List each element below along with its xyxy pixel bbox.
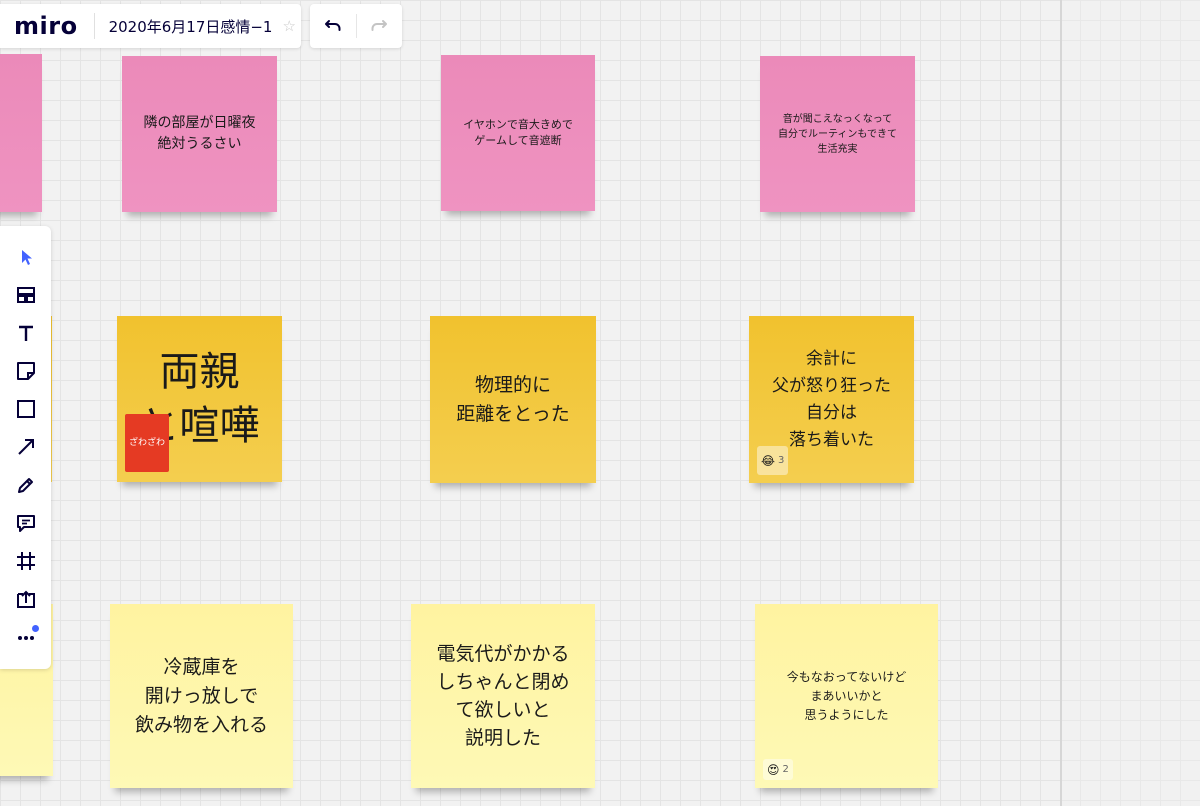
reaction-count: 2: [782, 764, 789, 775]
board-header: miro 2020年6月17日感情−1 ☆: [0, 4, 301, 48]
upload-icon: [16, 590, 35, 608]
shape-tool[interactable]: [0, 390, 51, 428]
reaction-badge[interactable]: 😂 3: [757, 446, 789, 475]
sticky-note[interactable]: イヤホンで音大きめで ゲームして音遮断: [441, 55, 595, 211]
sticky-note-text: 今もなおってないけど まあいいかと 思うようにした: [786, 669, 907, 722]
templates-icon: [16, 287, 35, 303]
sticky-note[interactable]: 冷蔵庫を 開けっ放しで 飲み物を入れる: [110, 604, 293, 788]
undo-button[interactable]: [310, 4, 356, 48]
cursor-arrow-icon: [21, 250, 32, 265]
board-title[interactable]: 2020年6月17日感情−1: [109, 16, 273, 37]
line-tool[interactable]: [0, 428, 51, 466]
comment-tool[interactable]: [0, 504, 51, 542]
laughing-emoji-icon: 😂: [761, 453, 776, 468]
sticky-note[interactable]: 音が聞こえなっくなって 自分でルーティンもできて 生活充実: [760, 56, 915, 212]
sticky-note[interactable]: 今もなおってないけど まあいいかと 思うようにした 😍 2: [755, 604, 938, 788]
rectangle-icon: [16, 400, 35, 418]
sticky-note[interactable]: 電気代がかかる しちゃんと閉め て欲しいと 説明した: [411, 604, 595, 788]
text-tool[interactable]: [0, 314, 51, 352]
sticky-note-text: 隣の部屋が日曜夜 絶対うるさい: [143, 115, 256, 152]
reaction-badge[interactable]: 😍 2: [763, 759, 793, 780]
tag-badge[interactable]: ざわざわ: [125, 414, 170, 472]
sticky-note[interactable]: 両親 と喧嘩 ざわざわ: [117, 316, 282, 482]
sticky-note[interactable]: 物理的に 距離をとった: [430, 316, 596, 483]
sticky-note[interactable]: 余計に 父が怒り狂った 自分は 落ち着いた 😂 3: [749, 316, 914, 483]
arrow-icon: [17, 439, 34, 455]
comment-icon: [16, 515, 35, 532]
sticky-note-tool[interactable]: [0, 352, 51, 390]
sticky-note-icon: [16, 362, 35, 380]
redo-button[interactable]: [356, 4, 402, 48]
sticky-note-text: 余計に 父が怒り狂った 自分は 落ち着いた: [772, 348, 891, 450]
sticky-note[interactable]: 隣の部屋が日曜夜 絶対うるさい: [122, 56, 277, 212]
undo-redo-bar: [310, 4, 402, 48]
sticky-note-partial[interactable]: [0, 54, 42, 212]
reaction-count: 3: [778, 455, 785, 466]
select-tool[interactable]: [0, 238, 51, 276]
sticky-note-text: 音が聞こえなっくなって 自分でルーティンもできて 生活充実: [778, 113, 897, 155]
heart-eyes-emoji-icon: 😍: [767, 762, 780, 777]
pen-tool[interactable]: [0, 466, 51, 504]
pen-icon: [17, 478, 33, 493]
sticky-note-text: イヤホンで音大きめで ゲームして音遮断: [463, 118, 573, 147]
sticky-note-text: 冷蔵庫を 開けっ放しで 飲み物を入れる: [134, 655, 268, 736]
more-tools[interactable]: [0, 618, 51, 656]
miro-logo[interactable]: miro: [14, 12, 78, 40]
undo-icon: [324, 20, 341, 31]
board-margin: [1062, 0, 1200, 806]
redo-icon: [371, 20, 388, 31]
frame-tool[interactable]: [0, 542, 51, 580]
text-icon: [18, 325, 33, 341]
frame-icon: [16, 552, 35, 570]
upload-tool[interactable]: [0, 580, 51, 618]
templates-tool[interactable]: [0, 276, 51, 314]
sticky-note-text: 電気代がかかる しちゃんと閉め て欲しいと 説明した: [436, 643, 570, 749]
left-toolbar: [0, 226, 51, 669]
sticky-note-text: 物理的に 距離をとった: [456, 373, 570, 425]
star-icon[interactable]: ☆: [282, 17, 295, 35]
notification-dot: [32, 625, 39, 632]
header-divider: [93, 13, 95, 39]
